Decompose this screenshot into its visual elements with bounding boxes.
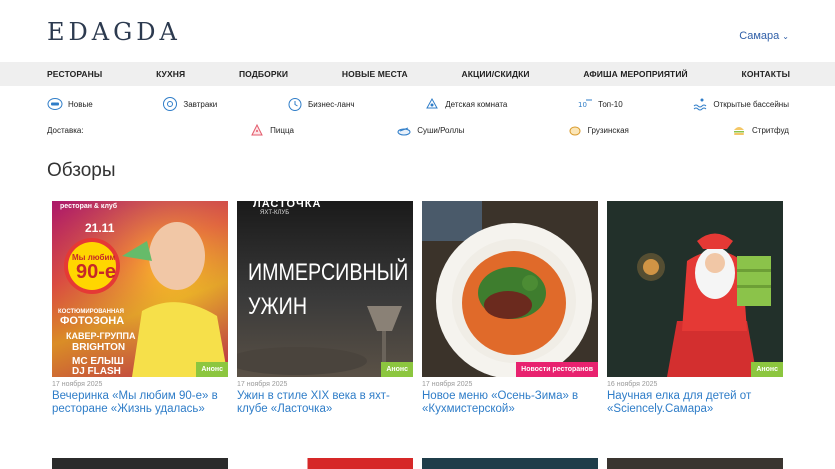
poster-line: КАВЕР-ГРУППА — [66, 331, 136, 341]
review-date: 17 ноября 2025 — [422, 381, 473, 388]
review-image[interactable] — [52, 458, 228, 469]
category-open-pools[interactable]: Открытые бассейны — [692, 96, 789, 112]
city-selector[interactable]: Самара ⌄ — [739, 30, 789, 42]
review-card[interactable]: Новости ресторанов 17 ноября 2025 Новое … — [422, 201, 598, 416]
category-badge[interactable]: Новости ресторанов — [516, 362, 598, 377]
poster-line: BRIGHTON — [72, 342, 126, 353]
city-label: Самара — [739, 30, 780, 42]
review-title-link[interactable]: Ужин в стиле XIX века в яхт-клубе «Ласто… — [237, 390, 413, 416]
top-10-icon: 10 — [577, 96, 593, 112]
category-label: Бизнес-ланч — [307, 99, 355, 109]
main-navigation: РЕСТОРАНЫ КУХНЯ ПОДБОРКИ НОВЫЕ МЕСТА АКЦ… — [0, 62, 835, 86]
reviews-grid-row-2 — [52, 458, 783, 469]
category-label: Завтраки — [183, 99, 218, 109]
poster-line: ЛАСТОЧКА — [253, 201, 322, 210]
category-label: Детская комната — [445, 99, 508, 109]
delivery-sushi[interactable]: Суши/Роллы — [396, 122, 464, 138]
georgian-icon — [567, 122, 583, 138]
category-label: Новые — [68, 99, 93, 109]
delivery-row: Доставка: Пицца Суши/Роллы Грузинская Ст… — [47, 122, 789, 138]
poster-line: DJ FLASH — [72, 366, 121, 377]
chevron-down-icon: ⌄ — [782, 31, 789, 41]
burger-icon — [731, 122, 747, 138]
review-date: 17 ноября 2025 — [52, 381, 103, 388]
delivery-label: Доставка: — [47, 125, 84, 135]
review-image[interactable]: ресторан & клуб 21.11 Мы любим 90-е КОСТ… — [52, 201, 228, 377]
delivery-georgian[interactable]: Грузинская — [567, 122, 629, 138]
sushi-icon — [396, 122, 412, 138]
review-card[interactable]: ЛАСТОЧКА ЯХТ-КЛУБ ИММЕРСИВНЫЙ УЖИН Анонс… — [237, 201, 413, 416]
review-image[interactable] — [237, 458, 413, 469]
category-top-10[interactable]: 10 Топ-10 — [577, 96, 623, 112]
review-card[interactable]: ресторан & клуб 21.11 Мы любим 90-е КОСТ… — [52, 201, 228, 416]
nav-cuisine[interactable]: КУХНЯ — [156, 69, 185, 79]
poster-venue: ресторан & клуб — [60, 203, 118, 210]
poster-line: 90-е — [76, 261, 117, 283]
review-date: 16 ноября 2025 — [607, 381, 658, 388]
category-kids-room[interactable]: Детская комната — [424, 96, 507, 112]
site-logo[interactable]: EDAGDA — [47, 18, 181, 46]
category-new[interactable]: Новые — [47, 96, 93, 112]
poster-line: ИММЕРСИВНЫЙ — [248, 259, 409, 286]
nav-collections[interactable]: ПОДБОРКИ — [239, 69, 288, 79]
delivery-item-label: Суши/Роллы — [417, 125, 465, 135]
category-badge[interactable]: Анонс — [751, 362, 783, 377]
delivery-pizza[interactable]: Пицца — [249, 122, 294, 138]
delivery-item-label: Стритфуд — [752, 125, 789, 135]
review-image[interactable]: Новости ресторанов — [422, 201, 598, 377]
review-title-link[interactable]: Вечеринка «Мы любим 90-е» в ресторане «Ж… — [52, 390, 228, 416]
pool-icon — [692, 96, 708, 112]
category-label: Топ-10 — [598, 99, 623, 109]
category-business-lunch[interactable]: Бизнес-ланч — [287, 96, 355, 112]
pizza-icon — [249, 122, 265, 138]
review-image[interactable] — [607, 458, 783, 469]
poster-line: ФОТОЗОНА — [60, 315, 125, 327]
review-title-link[interactable]: Научная елка для детей от «Sciencely.Сам… — [607, 390, 783, 416]
category-row: Новые Завтраки Бизнес-ланч Детская комна… — [47, 96, 789, 112]
review-image[interactable]: ЛАСТОЧКА ЯХТ-КЛУБ ИММЕРСИВНЫЙ УЖИН Анонс — [237, 201, 413, 377]
category-breakfast[interactable]: Завтраки — [162, 96, 217, 112]
delivery-streetfood[interactable]: Стритфуд — [731, 122, 789, 138]
poster-date: 21.11 — [85, 221, 115, 235]
nav-events[interactable]: АФИША МЕРОПРИЯТИЙ — [583, 69, 687, 79]
svg-text:10: 10 — [578, 101, 587, 109]
section-title: Обзоры — [47, 160, 116, 181]
category-label: Открытые бассейны — [713, 99, 789, 109]
breakfast-icon — [162, 96, 178, 112]
nav-promotions[interactable]: АКЦИИ/СКИДКИ — [462, 69, 530, 79]
review-image[interactable] — [422, 458, 598, 469]
category-badge[interactable]: Анонс — [196, 362, 228, 377]
reviews-grid: ресторан & клуб 21.11 Мы любим 90-е КОСТ… — [52, 201, 783, 416]
review-title-link[interactable]: Новое меню «Осень-Зима» в «Кухмистерской… — [422, 390, 598, 416]
category-badge[interactable]: Анонс — [381, 362, 413, 377]
review-date: 17 ноября 2025 — [237, 381, 288, 388]
nav-contacts[interactable]: КОНТАКТЫ — [742, 69, 790, 79]
nav-new-places[interactable]: НОВЫЕ МЕСТА — [342, 69, 408, 79]
delivery-item-label: Грузинская — [587, 125, 629, 135]
review-card[interactable]: Анонс 16 ноября 2025 Научная елка для де… — [607, 201, 783, 416]
nav-restaurants[interactable]: РЕСТОРАНЫ — [47, 69, 102, 79]
poster-line: УЖИН — [248, 293, 308, 320]
clock-icon — [287, 96, 303, 112]
kids-room-icon — [424, 96, 440, 112]
poster-line: ЯХТ-КЛУБ — [260, 210, 290, 216]
review-image[interactable]: Анонс — [607, 201, 783, 377]
new-badge-icon — [47, 96, 63, 112]
delivery-item-label: Пицца — [270, 125, 295, 135]
